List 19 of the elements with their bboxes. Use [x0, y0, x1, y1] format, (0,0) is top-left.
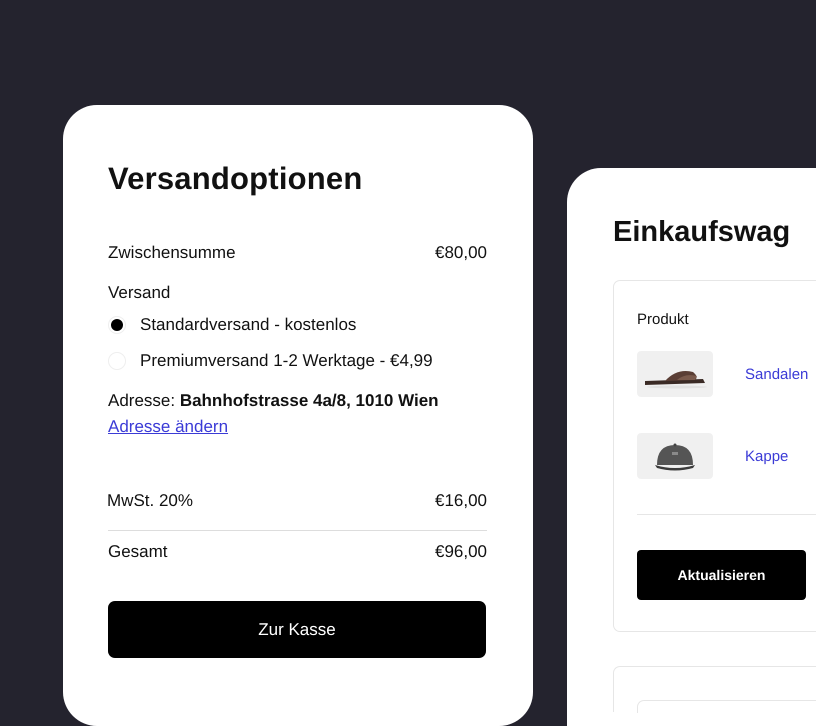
option-label: Premiumversand 1-2 Werktage - €4,99 [140, 351, 433, 371]
card-title: Versandoptionen [108, 161, 364, 197]
summary-label: Zwischensumme [108, 243, 236, 263]
summary-label: MwSt. 20% [107, 491, 193, 511]
product-link[interactable]: Kappe [745, 448, 788, 464]
summary-value: €96,00 [435, 542, 487, 562]
update-button[interactable]: Aktualisieren [637, 550, 806, 600]
radio-button[interactable] [108, 316, 126, 334]
summary-label: Gesamt [108, 542, 168, 562]
column-header: Produkt [637, 311, 690, 328]
section-label: Versand [108, 283, 172, 303]
product-link[interactable]: Sandalen [745, 366, 808, 382]
summary-value: €80,00 [435, 243, 487, 263]
card-title: Einkaufswag [613, 216, 792, 249]
summary-value: €16,00 [435, 491, 487, 511]
option-label: Standardversand - kostenlos [140, 315, 356, 335]
address-text: Adresse: Bahnhofstrasse 4a/8, 1010 Wien [108, 391, 440, 411]
change-address-link[interactable]: Adresse ändern [108, 417, 228, 437]
checkout-button[interactable]: Zur Kasse [108, 601, 486, 658]
